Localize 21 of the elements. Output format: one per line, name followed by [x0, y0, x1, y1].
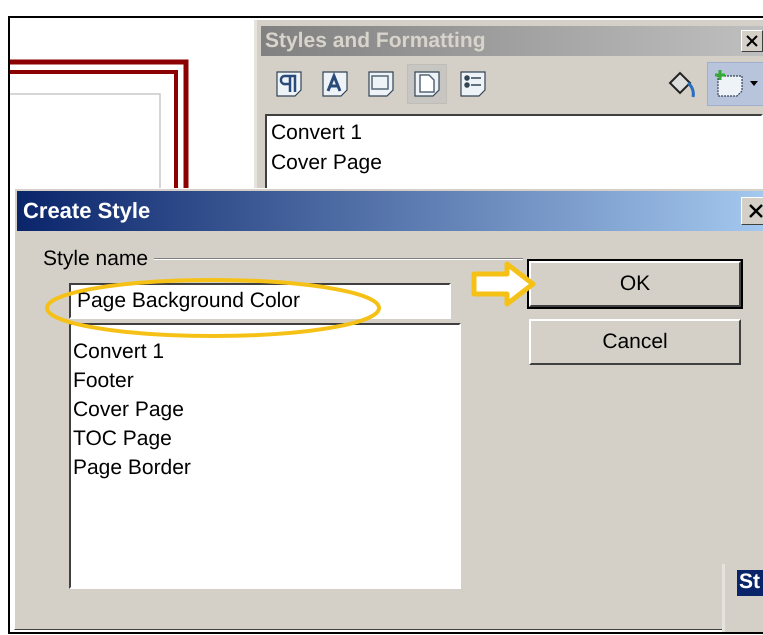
style-name-field[interactable]: Page Background Color	[69, 283, 451, 319]
panel-title: Styles and Formatting	[265, 29, 486, 53]
style-item[interactable]: Footer	[73, 366, 457, 395]
close-button[interactable]	[741, 197, 763, 225]
style-item[interactable]: Convert 1	[73, 337, 457, 366]
close-icon	[749, 204, 763, 218]
style-item[interactable]: Cover Page	[73, 395, 457, 424]
page-styles-icon[interactable]	[407, 64, 447, 104]
panel-title: St	[737, 570, 763, 596]
ok-button[interactable]: OK	[529, 261, 741, 307]
style-item[interactable]: Page Border	[73, 453, 457, 482]
close-icon	[746, 35, 758, 47]
style-item[interactable]: Convert 1	[271, 118, 757, 148]
style-item[interactable]: Cover Page	[271, 148, 757, 178]
style-item[interactable]: TOC Page	[73, 424, 457, 453]
new-style-button[interactable]	[707, 62, 763, 106]
field-label: Style name	[43, 247, 148, 271]
dialog-title: Create Style	[23, 198, 150, 224]
cancel-button[interactable]: Cancel	[529, 319, 741, 365]
close-button[interactable]	[741, 30, 763, 52]
pointer-arrow	[471, 261, 537, 307]
